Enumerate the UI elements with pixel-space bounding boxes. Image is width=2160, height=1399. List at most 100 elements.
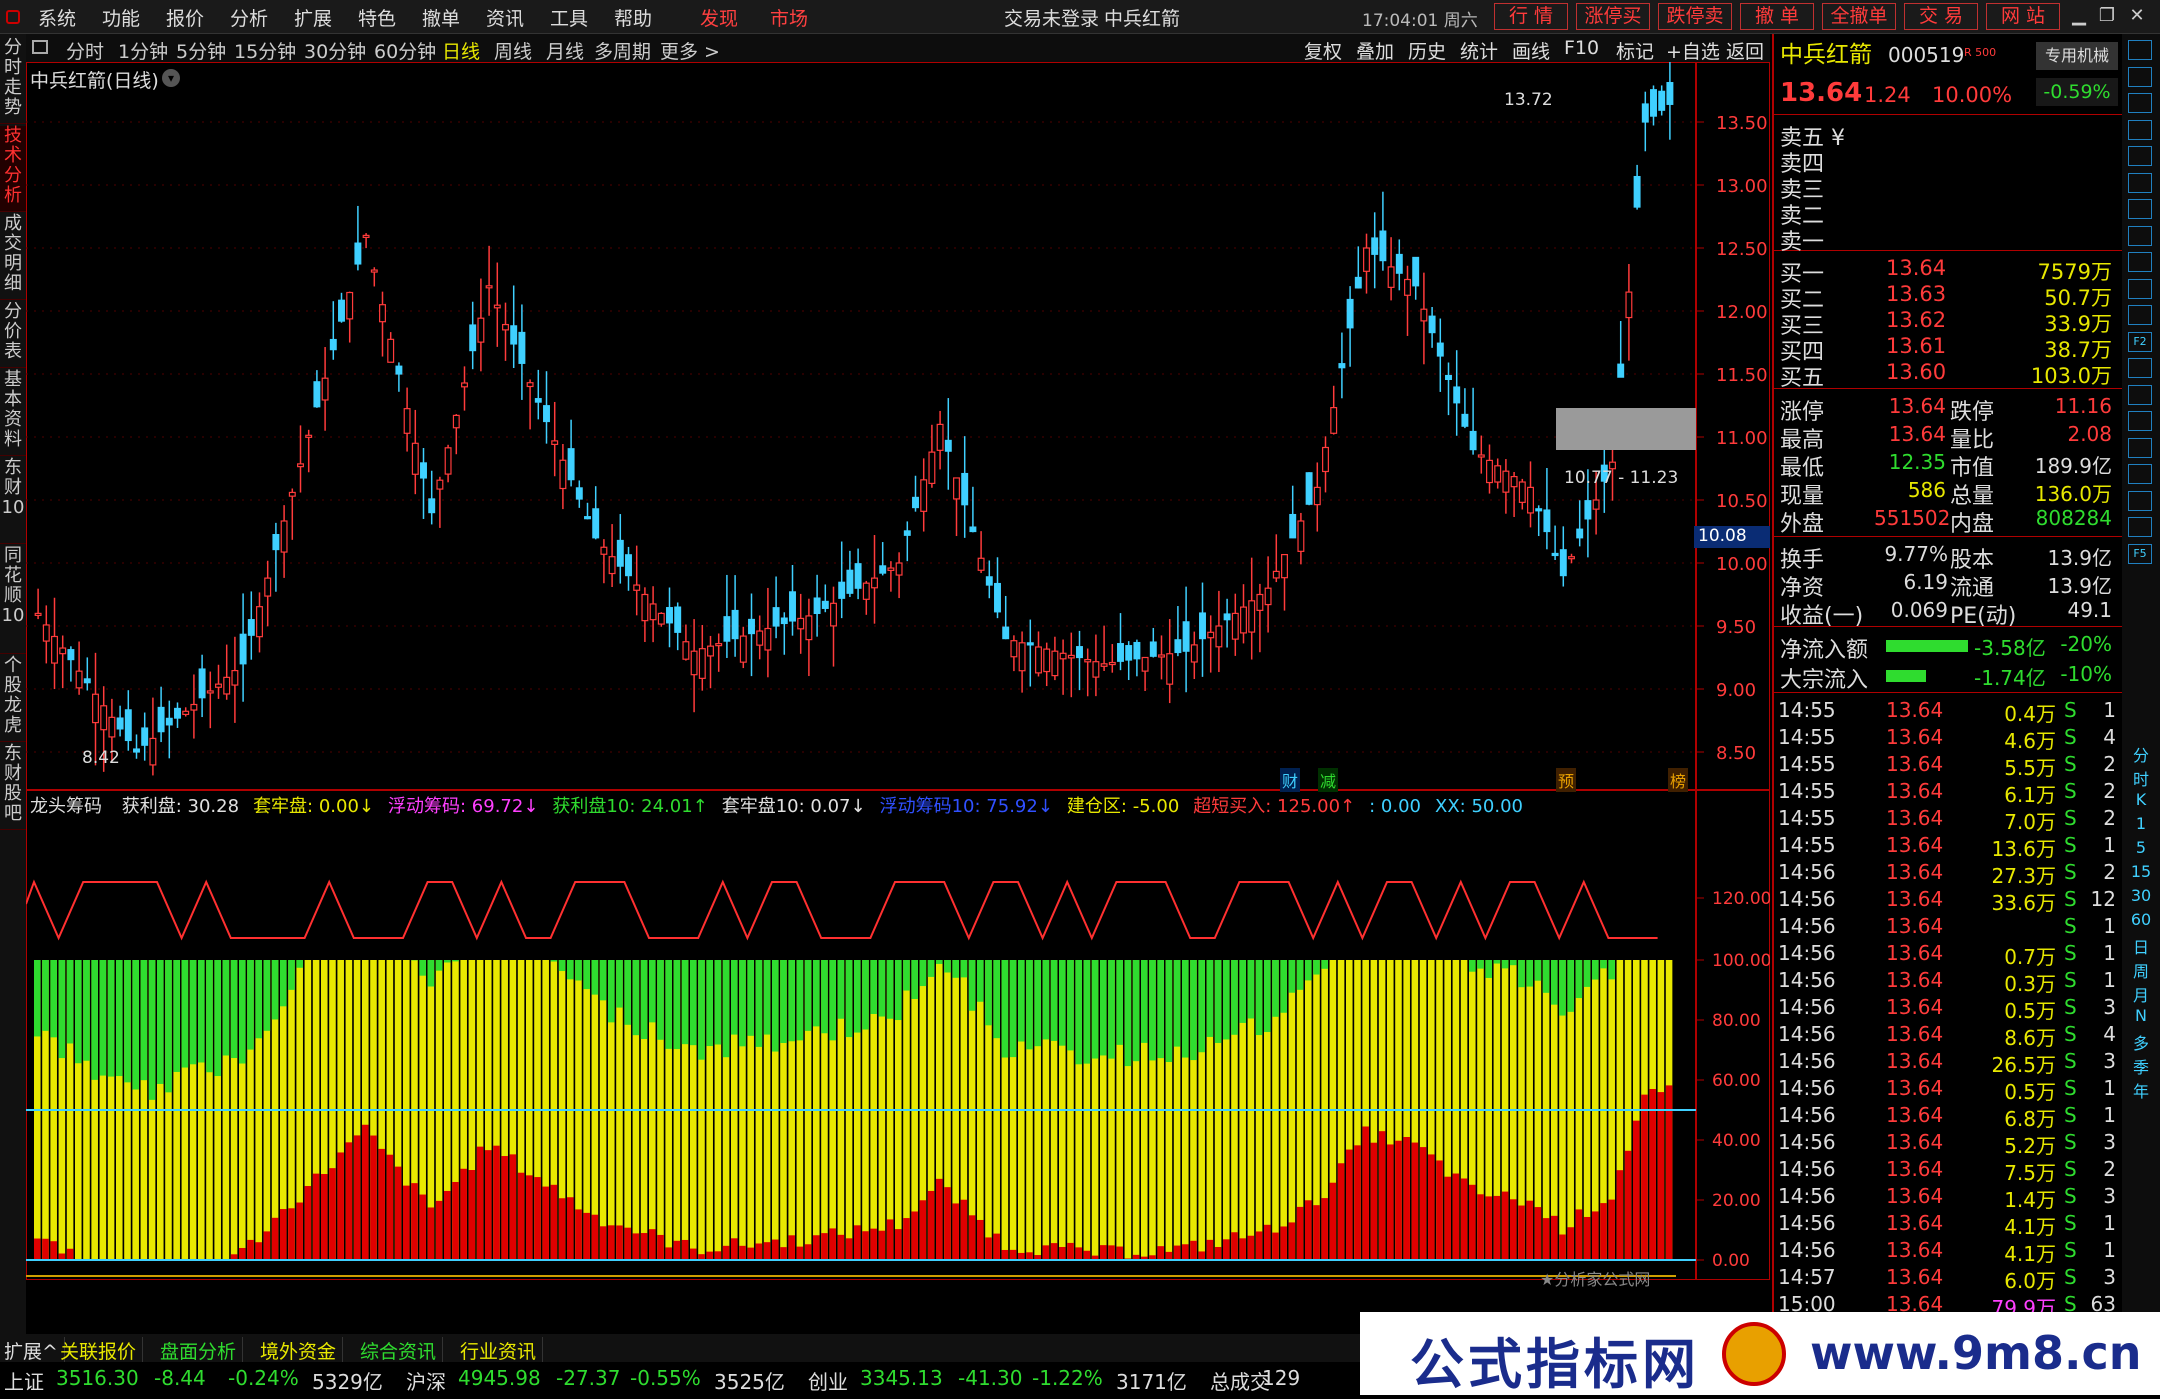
menu-cancel[interactable]: 撤单 (422, 4, 460, 31)
trend-icon[interactable] (2128, 199, 2152, 219)
menu-special[interactable]: 特色 (358, 4, 396, 31)
trend-icon[interactable] (2128, 517, 2152, 537)
period-tab-周[interactable]: 周 (2126, 958, 2156, 982)
tab-tonghuashun10[interactable]: 同花顺10 (0, 546, 26, 654)
quote-button[interactable]: 行 情 (1494, 3, 1568, 30)
tab-dongcai10[interactable]: 东财10 (0, 458, 26, 544)
marker-list[interactable]: 榜 (1668, 768, 1688, 792)
limit-up-buy-button[interactable]: 涨停买 (1576, 3, 1650, 30)
bottom-link[interactable]: 综合资讯 (360, 1337, 443, 1364)
tab-dragon-tiger[interactable]: 个股龙虎 (0, 656, 26, 742)
period-daily[interactable]: 日线 (442, 37, 480, 64)
period-more[interactable]: 更多 > (660, 37, 720, 64)
period-tab-N[interactable]: N (2126, 1006, 2156, 1025)
period-tab-15[interactable]: 15 (2126, 862, 2156, 881)
history-button[interactable]: 历史 (1408, 37, 1446, 64)
f2-icon[interactable]: F2 (2128, 332, 2152, 352)
period-30min[interactable]: 30分钟 (304, 37, 366, 64)
chart-canvas[interactable]: 13.5013.0012.5012.0011.5011.0010.5010.00… (26, 62, 1770, 1280)
tab-intraday[interactable]: 分时走势 (0, 38, 26, 124)
alarm-icon[interactable] (2128, 464, 2152, 484)
f10-button[interactable]: F10 (1564, 37, 1599, 59)
bars-icon[interactable] (2128, 146, 2152, 166)
tab-guba[interactable]: 东财股吧 (0, 744, 26, 830)
back-button[interactable]: 返回 (1726, 37, 1764, 64)
menu-system[interactable]: 系统 (38, 4, 76, 31)
search-icon[interactable] (2128, 40, 2152, 60)
marker-reduce[interactable]: 减 (1318, 768, 1338, 792)
arrow-up-icon[interactable] (2128, 120, 2152, 140)
adjust-button[interactable]: 复权 (1304, 37, 1342, 64)
overlay-button[interactable]: 叠加 (1356, 37, 1394, 64)
add-watchlist-button[interactable]: +自选 (1666, 37, 1720, 64)
menu-help[interactable]: 帮助 (614, 4, 652, 31)
period-tab-季[interactable]: 季 (2126, 1054, 2156, 1078)
period-tab-时[interactable]: 时 (2126, 766, 2156, 790)
bottom-link[interactable]: 扩展^ (4, 1337, 65, 1364)
minimize-icon[interactable]: ▁ (2066, 5, 2092, 29)
chart-icon[interactable] (2128, 173, 2152, 193)
arrow-up-icon[interactable] (2128, 67, 2152, 87)
marker-finance[interactable]: 财 (1280, 768, 1300, 792)
tab-fundamentals[interactable]: 基本资料 (0, 370, 26, 456)
trade-button[interactable]: 交 易 (1904, 3, 1978, 30)
candle-icon[interactable] (2128, 411, 2152, 431)
bottom-link[interactable]: 关联报价 (60, 1337, 143, 1364)
login-status[interactable]: 交易未登录 (1004, 4, 1099, 31)
period-tab-分[interactable]: 分 (2126, 742, 2156, 766)
close-icon[interactable]: ✕ (2124, 5, 2150, 29)
period-monthly[interactable]: 月线 (546, 37, 584, 64)
bottom-link[interactable]: 盘面分析 (160, 1337, 243, 1364)
period-5min[interactable]: 5分钟 (176, 37, 226, 64)
period-tab-多[interactable]: 多 (2126, 1030, 2156, 1054)
lines-icon[interactable] (2128, 226, 2152, 246)
f5-icon[interactable]: F5 (2128, 544, 2152, 564)
grid-icon[interactable] (2128, 385, 2152, 405)
menu-extend[interactable]: 扩展 (294, 4, 332, 31)
tab-price-table[interactable]: 分价表 (0, 302, 26, 368)
period-60min[interactable]: 60分钟 (374, 37, 436, 64)
stats-button[interactable]: 统计 (1460, 37, 1498, 64)
grid-icon[interactable] (2128, 252, 2152, 272)
panel-toggle-icon[interactable] (32, 40, 48, 54)
chart-area[interactable]: 13.5013.0012.5012.0011.5011.0010.5010.00… (26, 62, 1770, 1280)
cancel-all-button[interactable]: 全撤单 (1822, 3, 1896, 30)
arrow-down-icon[interactable] (2128, 93, 2152, 113)
rsi-icon[interactable] (2128, 438, 2152, 458)
period-1min[interactable]: 1分钟 (118, 37, 168, 64)
grid-icon[interactable] (2128, 358, 2152, 378)
draw-button[interactable]: 画线 (1512, 37, 1550, 64)
period-tab-K[interactable]: K (2126, 790, 2156, 809)
bottom-link[interactable]: 境外资金 (260, 1337, 343, 1364)
period-weekly[interactable]: 周线 (494, 37, 532, 64)
sector-tag[interactable]: 专用机械 (2036, 42, 2118, 70)
website-button[interactable]: 网 站 (1986, 3, 2060, 30)
period-tab-5[interactable]: 5 (2126, 838, 2156, 857)
menu-info[interactable]: 资讯 (486, 4, 524, 31)
menu-function[interactable]: 功能 (102, 4, 140, 31)
period-multi[interactable]: 多周期 (594, 37, 651, 64)
period-tab-年[interactable]: 年 (2126, 1078, 2156, 1102)
menu-quote[interactable]: 报价 (166, 4, 204, 31)
menu-tools[interactable]: 工具 (550, 4, 588, 31)
cancel-order-button[interactable]: 撤 单 (1740, 3, 1814, 30)
period-tab-1[interactable]: 1 (2126, 814, 2156, 833)
menu-analysis[interactable]: 分析 (230, 4, 268, 31)
menu-market[interactable]: 市场 (770, 4, 808, 31)
period-15min[interactable]: 15分钟 (234, 37, 296, 64)
tab-technical[interactable]: 技术分析 (0, 126, 26, 212)
menu-discover[interactable]: 发现 (700, 4, 738, 31)
chart-settings-icon[interactable]: ▾ (162, 69, 180, 87)
list-icon[interactable] (2128, 305, 2152, 325)
period-tab-60[interactable]: 60 (2126, 910, 2156, 929)
bottom-link[interactable]: 行业资讯 (460, 1337, 543, 1364)
period-tab-月[interactable]: 月 (2126, 982, 2156, 1006)
period-tab-30[interactable]: 30 (2126, 886, 2156, 905)
move-icon[interactable] (2128, 491, 2152, 511)
limit-down-sell-button[interactable]: 跌停卖 (1658, 3, 1732, 30)
period-intraday[interactable]: 分时 (66, 37, 104, 64)
bars-icon[interactable] (2128, 279, 2152, 299)
marker-forecast[interactable]: 预 (1556, 768, 1576, 792)
indicator-name[interactable]: 龙头筹码 (30, 796, 102, 817)
period-tab-日[interactable]: 日 (2126, 934, 2156, 958)
